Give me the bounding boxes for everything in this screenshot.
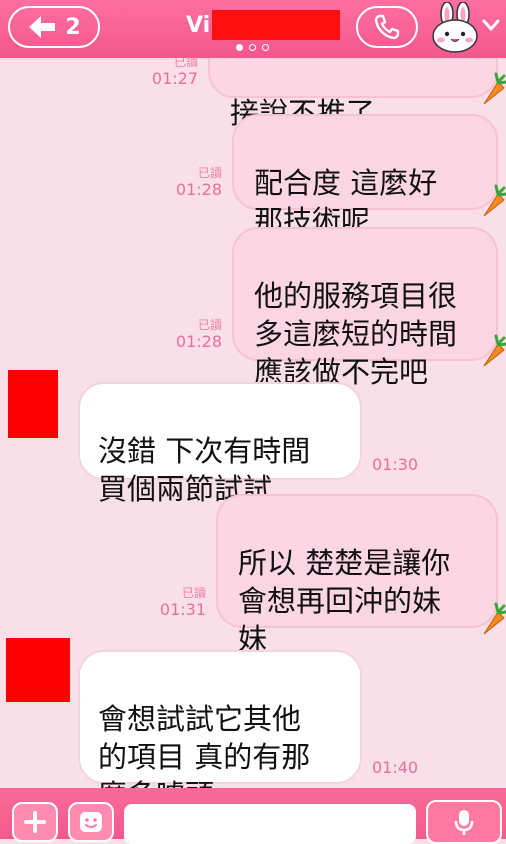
outgoing-bubble[interactable]: 所以 楚楚是讓你 會想再回沖的妹 妹 [216, 494, 498, 656]
menu-button[interactable] [428, 2, 504, 54]
unread-count: 2 [65, 14, 81, 40]
read-receipt: 已讀 [181, 586, 206, 600]
voice-button[interactable] [426, 800, 502, 844]
message-meta: 已讀 01:28 [160, 166, 222, 200]
message-time: 01:30 [372, 455, 419, 474]
sticker-button[interactable] [68, 802, 114, 842]
outgoing-bubble[interactable]: 他的服務項目很 多這麼短的時間 應該做不完吧 [232, 227, 498, 389]
page-indicator [236, 44, 269, 51]
read-receipt: 已讀 [173, 58, 198, 69]
read-receipt: 已讀 [197, 166, 222, 180]
mic-icon [454, 810, 474, 835]
message-meta: 已讀 01:28 [160, 318, 222, 352]
chat-title[interactable]: Vi [186, 8, 341, 42]
input-bar [0, 788, 506, 844]
back-arrow-icon [29, 16, 56, 38]
message-time: 01:28 [175, 332, 222, 351]
message-meta: 已讀 01:31 [150, 586, 206, 620]
message-text: 所以 楚楚是讓你 會想再回沖的妹 妹 [238, 546, 451, 656]
chat-title-text: Vi [186, 12, 211, 38]
title-redaction [212, 10, 341, 40]
message-input[interactable] [124, 804, 416, 844]
message-text: 會想試試它其他 的項目 真的有那 麼多噱頭 [98, 702, 311, 788]
page-dot [236, 44, 243, 51]
back-button[interactable]: 2 [8, 6, 100, 48]
carrot-sticker-icon [483, 72, 506, 105]
message-time: 01:28 [175, 180, 222, 199]
page-dot [249, 44, 256, 51]
outgoing-bubble[interactable]: 配合度 這麼好 那技術呢 [232, 114, 498, 238]
bunny-avatar-icon [432, 2, 478, 53]
read-receipt: 已讀 [197, 318, 222, 332]
carrot-sticker-icon [483, 334, 506, 367]
message-time: 01:40 [372, 758, 419, 777]
message-time: 01:27 [151, 69, 198, 88]
chat-header: 2 Vi [0, 0, 506, 58]
carrot-sticker-icon [483, 184, 506, 217]
plus-icon [24, 811, 46, 833]
outgoing-bubble[interactable]: 接說不推了 [208, 58, 498, 130]
message-list[interactable]: 已讀 01:27 接說不推了 已讀 01:28 配合度 這麼好 那技術呢 已讀 … [0, 58, 506, 788]
message-time: 01:31 [159, 600, 206, 619]
emoji-icon [80, 812, 102, 832]
sender-avatar[interactable] [6, 638, 70, 702]
sender-avatar[interactable] [8, 370, 58, 438]
message-meta: 已讀 01:27 [140, 58, 198, 89]
message-text: 他的服務項目很 多這麼短的時間 應該做不完吧 [254, 279, 458, 389]
incoming-bubble[interactable]: 沒錯 下次有時間 買個兩節試試 [78, 382, 362, 506]
incoming-bubble[interactable]: 會想試試它其他 的項目 真的有那 麼多噱頭 [78, 650, 362, 788]
phone-icon [374, 14, 400, 40]
chevron-down-icon [482, 19, 500, 31]
page-dot [262, 44, 269, 51]
add-attachment-button[interactable] [12, 802, 58, 842]
call-button[interactable] [356, 6, 418, 48]
carrot-sticker-icon [483, 602, 506, 635]
